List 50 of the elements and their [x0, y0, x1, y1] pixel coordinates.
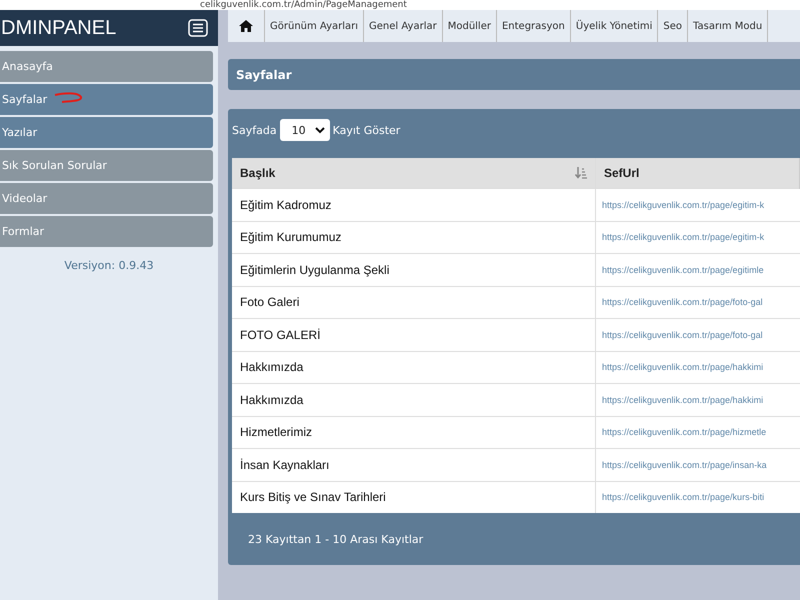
home-icon	[239, 20, 253, 32]
nav-tab[interactable]: Genel Ayarlar	[364, 10, 443, 42]
url-link[interactable]: https://celikguvenlik.com.tr/page/hizmetle	[596, 416, 800, 448]
sidebar-item[interactable]: Anasayfa	[0, 51, 213, 82]
nav-tab[interactable]: Görünüm Ayarları	[265, 10, 364, 42]
chevron-icon	[314, 126, 325, 134]
nav-tab[interactable]: Tasarım Modu	[688, 10, 768, 42]
table-info: 23 Kayıttan 1 - 10 Arası Kayıtlar	[247, 532, 424, 548]
sidebar-item[interactable]: Sayfalar	[0, 84, 213, 115]
length-label: Sayfada	[232, 124, 277, 136]
sidebar-item[interactable]: Sık Sorulan Sorular	[0, 150, 213, 181]
url-link[interactable]: https://celikguvenlik.com.tr/page/insan-ka	[596, 448, 800, 481]
nav-tab[interactable]: Üyelik Yönetimi	[570, 10, 658, 42]
column-header[interactable]: SefUrl	[596, 158, 800, 188]
url-text: celikguvenlik.com.tr/Admin/PageManagement	[200, 0, 407, 10]
page-size-select[interactable]: 10	[280, 119, 330, 141]
url-link[interactable]: https://celikguvenlik.com.tr/page/hakkimi	[596, 351, 800, 384]
table-cell: Foto Galeri	[232, 286, 596, 318]
menu-icon[interactable]	[188, 19, 208, 37]
url-link[interactable]: https://celikguvenlik.com.tr/page/foto-gal	[596, 318, 800, 351]
table-cell: Kurs Bitiş ve Sınav Tarihleri	[232, 481, 596, 513]
table-cell: Hakkımızda	[232, 384, 596, 416]
url-link[interactable]: https://celikguvenlik.com.tr/page/hakkimi	[596, 384, 800, 416]
table-cell: Eğitimlerin Uygulanma Şekli	[232, 254, 596, 286]
column-header[interactable]: Başlık	[232, 158, 596, 188]
column-title: Başlık	[240, 166, 276, 180]
nav-tab[interactable]: Seo	[658, 10, 688, 42]
url-link[interactable]: https://celikguvenlik.com.tr/page/egitim-k	[596, 188, 800, 221]
url-link[interactable]: https://celikguvenlik.com.tr/page/egitim-k	[596, 221, 800, 254]
url-link[interactable]: https://celikguvenlik.com.tr/page/foto-gal	[596, 286, 800, 318]
page-title: Sayfalar	[236, 68, 292, 82]
nav-tab[interactable]: Modüller	[442, 10, 497, 42]
table-cell: İnsan Kaynakları	[232, 448, 596, 481]
sort-icon	[575, 167, 587, 179]
table-cell: Eğitim Kadromuz	[232, 188, 596, 221]
version-text: Versiyon: 0.9.43	[63, 259, 155, 272]
sidebar-item[interactable]: Videolar	[0, 183, 213, 214]
url-link[interactable]: https://celikguvenlik.com.tr/page/kurs-biti	[596, 481, 800, 513]
scribble-mark	[54, 92, 84, 104]
table-cell: Hizmetlerimiz	[232, 416, 596, 448]
address-bar[interactable]: celikguvenlik.com.tr/Admin/PageManagement	[0, 0, 800, 10]
table-cell: Hakkımızda	[232, 351, 596, 384]
sidebar-item[interactable]: Formlar	[0, 216, 213, 247]
nav-tab[interactable]: Entegrasyon	[496, 10, 571, 42]
table-cell: Eğitim Kurumumuz	[232, 221, 596, 254]
brand-title: DMINPANEL	[1, 16, 116, 40]
url-link[interactable]: https://celikguvenlik.com.tr/page/egitimle	[596, 254, 800, 286]
length-label: Kayıt Göster	[332, 124, 400, 136]
sidebar-item[interactable]: Yazılar	[0, 117, 213, 148]
table-cell: FOTO GALERİ	[232, 318, 596, 351]
